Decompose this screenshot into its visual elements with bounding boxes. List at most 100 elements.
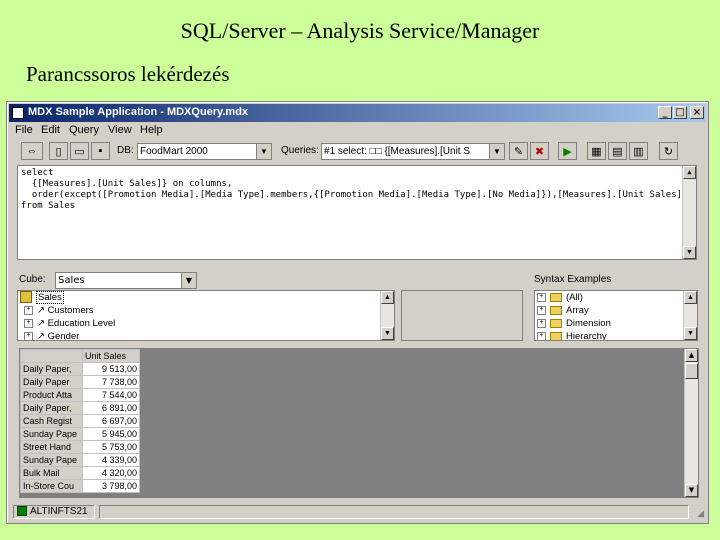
tree-item-label: Education Level <box>47 318 116 329</box>
cell-value: 6 891,00 <box>82 401 140 415</box>
table-row[interactable]: Street Hand 5 753,00 <box>20 440 140 454</box>
syntax-item-label: Array <box>566 305 589 316</box>
db-select-value: FoodMart 2000 <box>140 146 208 157</box>
menu-view[interactable]: View <box>108 124 132 136</box>
chevron-down-icon[interactable]: ▼ <box>489 144 504 159</box>
status-server-text: ALTINFTS21 <box>30 506 88 517</box>
syntax-item[interactable]: + (All) <box>537 291 583 304</box>
scroll-up-icon[interactable]: ▲ <box>381 291 394 304</box>
new-file-icon[interactable]: ▯ <box>49 142 68 160</box>
grid-view-icon[interactable]: ▦ <box>587 142 606 160</box>
row-header: Product Atta <box>20 388 83 402</box>
chevron-down-icon[interactable]: ▼ <box>181 273 196 288</box>
db-select[interactable]: FoodMart 2000 ▼ <box>137 143 272 160</box>
add-query-icon[interactable]: ✎ <box>509 142 528 160</box>
column-header-unit-sales[interactable]: Unit Sales <box>82 349 140 363</box>
minimize-button[interactable]: _ <box>658 106 672 119</box>
tree-item-customers[interactable]: + ↗ Customers <box>24 304 94 317</box>
tree-item-gender[interactable]: + ↗ Gender <box>24 330 79 340</box>
expand-icon[interactable]: + <box>537 305 546 315</box>
table-row[interactable]: Product Atta 7 544,00 <box>20 388 140 402</box>
expand-icon[interactable]: + <box>24 331 33 340</box>
window-title: MDX Sample Application - MDXQuery.mdx <box>28 106 249 118</box>
expand-icon[interactable]: + <box>537 331 546 340</box>
close-button[interactable]: × <box>690 106 704 119</box>
scroll-down-icon[interactable]: ▼ <box>684 327 697 340</box>
syntax-tree-scrollbar[interactable]: ▲ ▼ <box>683 291 697 340</box>
syntax-item[interactable]: + Array <box>537 304 589 317</box>
table-row[interactable]: Daily Paper, 6 891,00 <box>20 401 140 415</box>
cell-value: 4 339,00 <box>82 453 140 467</box>
grid-layout-icon[interactable]: ▤ <box>608 142 627 160</box>
expand-icon[interactable]: + <box>24 305 33 315</box>
syntax-item[interactable]: + Hierarchy <box>537 330 607 341</box>
table-row[interactable]: Sunday Pape 4 339,00 <box>20 453 140 467</box>
cell-value: 4 320,00 <box>82 466 140 480</box>
window-titlebar[interactable]: MDX Sample Application - MDXQuery.mdx _ … <box>9 104 706 122</box>
syntax-item-label: (All) <box>566 292 583 303</box>
syntax-tree[interactable]: + (All) + Array + Dimension + Hierarchy ▲ ▼ <box>534 290 698 341</box>
menu-file[interactable]: File <box>15 124 33 136</box>
menu-help[interactable]: Help <box>140 124 163 136</box>
expand-icon[interactable]: + <box>537 318 546 328</box>
cube-select[interactable]: Sales ▼ <box>55 272 197 289</box>
tree-item-sales[interactable]: Sales <box>20 291 64 304</box>
table-row[interactable]: Bulk Mail 4 320,00 <box>20 466 140 480</box>
cube-tree[interactable]: Sales + ↗ Customers + ↗ Education Level + ↗… <box>17 290 395 341</box>
cube-tree-scrollbar[interactable]: ▲ ▼ <box>380 291 394 340</box>
chevron-down-icon[interactable]: ▼ <box>256 144 271 159</box>
results-grid[interactable]: Unit Sales Daily Paper, 9 513,00 Daily Pa… <box>19 348 699 498</box>
scroll-thumb[interactable] <box>685 363 698 379</box>
queries-select-value: #1 select: □□ {[Measures].[Unit S <box>324 146 471 157</box>
maximize-button[interactable]: □ <box>673 106 687 119</box>
connect-icon[interactable]: ⇔ <box>21 142 43 160</box>
grid-scrollbar[interactable]: ▲ ▼ <box>684 349 698 497</box>
db-label: DB: <box>117 145 134 156</box>
folder-icon <box>550 331 562 340</box>
scroll-down-icon[interactable]: ▼ <box>381 327 394 340</box>
row-header: Bulk Mail <box>20 466 83 480</box>
scroll-down-icon[interactable]: ▼ <box>683 246 696 259</box>
editor-scrollbar[interactable]: ▲ ▼ <box>682 166 696 259</box>
syntax-item-label: Hierarchy <box>566 331 607 341</box>
run-query-icon[interactable]: ▶ <box>558 142 577 160</box>
tree-item-label: Sales <box>36 291 64 304</box>
expand-icon[interactable]: + <box>537 292 546 302</box>
query-editor[interactable]: select {[Measures].[Unit Sales]} on colu… <box>17 165 697 260</box>
dimension-icon: ↗ <box>37 318 48 329</box>
row-header: Sunday Pape <box>20 453 83 467</box>
scroll-up-icon[interactable]: ▲ <box>683 166 696 179</box>
table-row[interactable]: Sunday Pape 5 945,00 <box>20 427 140 441</box>
pane-layout-icon[interactable]: ▥ <box>629 142 648 160</box>
scroll-up-icon[interactable]: ▲ <box>684 291 697 304</box>
expand-icon[interactable]: + <box>24 318 33 328</box>
tree-item-education-level[interactable]: + ↗ Education Level <box>24 317 115 330</box>
cube-select-value: Sales <box>58 275 85 286</box>
status-server: ALTINFTS21 <box>13 505 95 519</box>
table-row[interactable]: Daily Paper 7 738,00 <box>20 375 140 389</box>
query-line: select <box>21 168 54 178</box>
member-pane <box>401 290 523 341</box>
row-header: Daily Paper, <box>20 362 83 376</box>
table-row[interactable]: Daily Paper, 9 513,00 <box>20 362 140 376</box>
slide-subtitle: Parancssoros lekérdezés <box>26 62 230 86</box>
delete-query-icon[interactable]: ✖ <box>530 142 549 160</box>
status-bar: ALTINFTS21 ◢ <box>9 504 706 521</box>
syntax-item[interactable]: + Dimension <box>537 317 611 330</box>
row-header: Daily Paper, <box>20 401 83 415</box>
queries-label: Queries: <box>281 145 319 156</box>
cell-value: 5 945,00 <box>82 427 140 441</box>
scroll-down-icon[interactable]: ▼ <box>685 484 698 497</box>
scroll-up-icon[interactable]: ▲ <box>685 349 698 362</box>
save-icon[interactable]: ▪ <box>91 142 110 160</box>
table-row[interactable]: Cash Regist 6 697,00 <box>20 414 140 428</box>
queries-select[interactable]: #1 select: □□ {[Measures].[Unit S ▼ <box>321 143 505 160</box>
grid-corner <box>20 349 83 363</box>
resize-grip-icon[interactable]: ◢ <box>697 508 704 519</box>
status-message <box>99 505 689 519</box>
table-row[interactable]: In-Store Cou 3 798,00 <box>20 479 140 493</box>
open-folder-icon[interactable]: ▭ <box>70 142 89 160</box>
refresh-icon[interactable]: ↻ <box>659 142 678 160</box>
menu-edit[interactable]: Edit <box>41 124 60 136</box>
menu-query[interactable]: Query <box>69 124 99 136</box>
